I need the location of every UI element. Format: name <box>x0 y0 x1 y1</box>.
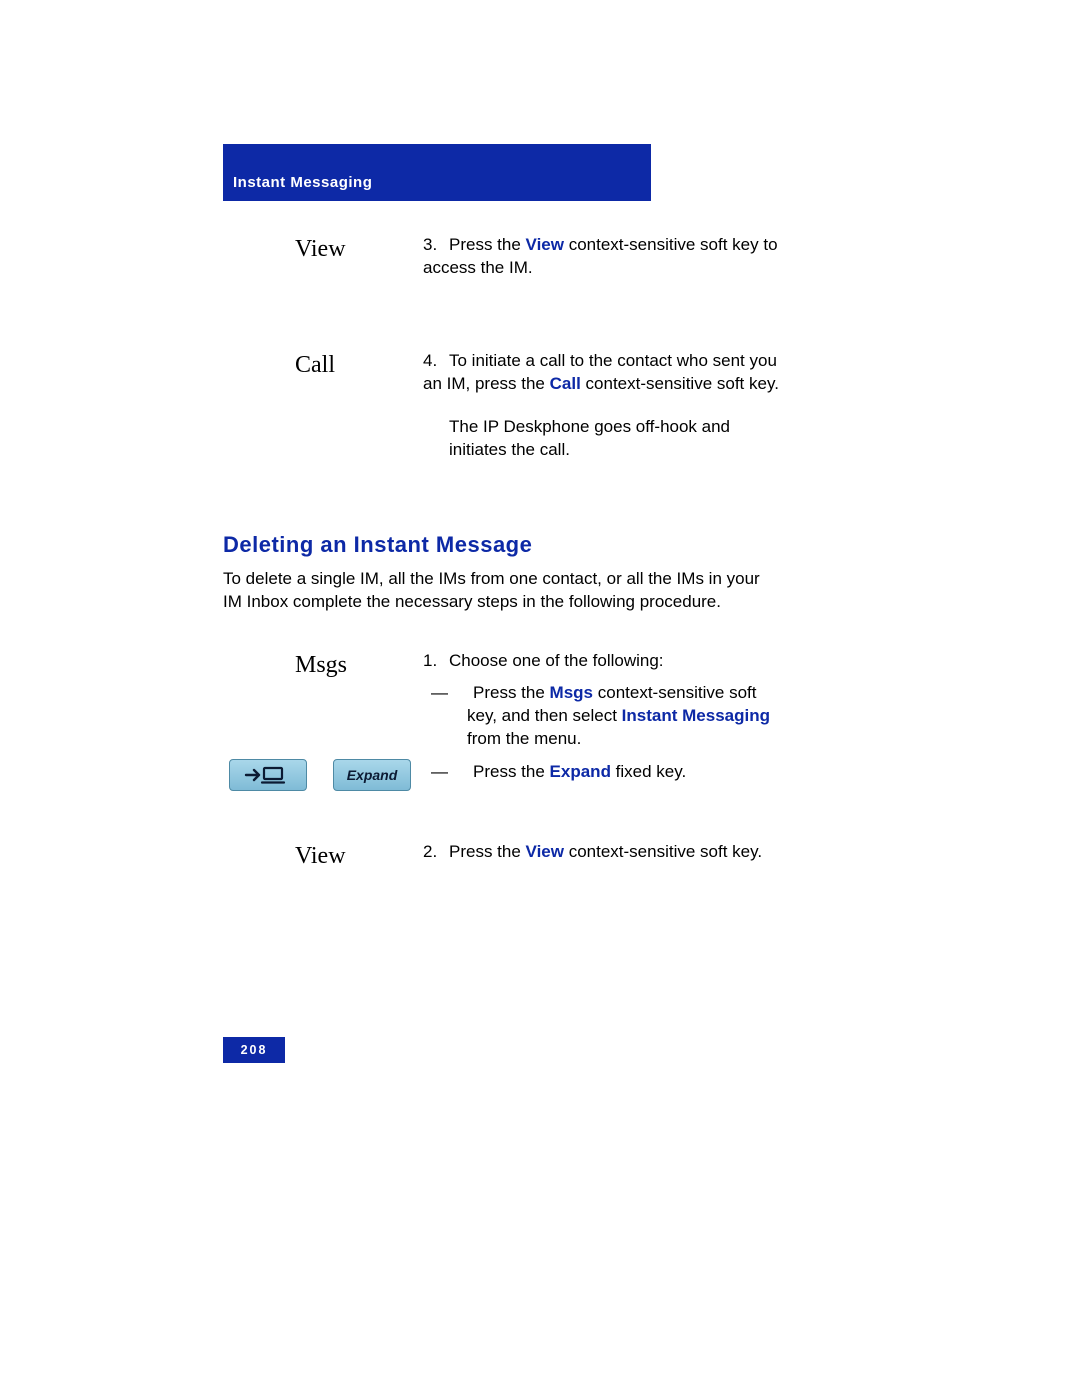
softkey-col: Call <box>223 350 423 379</box>
content-area: View 3.Press the View context-sensitive … <box>223 220 783 940</box>
text-fragment: context-sensitive soft key. <box>564 842 762 861</box>
step-number: 2. <box>423 841 449 864</box>
text-fragment: Press the <box>473 762 550 781</box>
softkey-col: View <box>223 234 423 263</box>
text-fragment: context-sensitive soft key. <box>581 374 779 393</box>
step-1-row: Msgs Expand 1.Choose o <box>223 650 783 791</box>
softkey-col: Msgs Expand <box>223 650 423 791</box>
page-number: 208 <box>241 1043 268 1057</box>
softkey-msgs-label: Msgs <box>223 652 423 679</box>
step-3-text: 3.Press the View context-sensitive soft … <box>423 234 783 280</box>
step-3-row: View 3.Press the View context-sensitive … <box>223 234 783 280</box>
softkey-view-label: View <box>223 236 423 263</box>
bold-instant-messaging: Instant Messaging <box>622 706 770 725</box>
step-number: 4. <box>423 350 449 373</box>
step-number: 1. <box>423 650 449 673</box>
bullet-2: —Press the Expand fixed key. <box>441 761 783 784</box>
text-fragment: Press the <box>473 683 550 702</box>
bold-call: Call <box>550 374 581 393</box>
bold-view: View <box>526 235 564 254</box>
expand-key-button: Expand <box>333 759 411 791</box>
step-number: 3. <box>423 234 449 257</box>
computer-key-button <box>229 759 307 791</box>
bold-view-2: View <box>526 842 564 861</box>
bold-expand: Expand <box>550 762 611 781</box>
softkey-call-label: Call <box>223 352 423 379</box>
text-fragment: Press the <box>449 235 526 254</box>
expand-button-label: Expand <box>347 767 398 783</box>
step-4-text: 4.To initiate a call to the contact who … <box>423 350 783 462</box>
softkey-view-label-2: View <box>223 843 423 870</box>
dash-icon: — <box>449 761 473 784</box>
key-buttons-row: Expand <box>223 759 423 791</box>
section-heading: Deleting an Instant Message <box>223 532 783 558</box>
text-fragment: Press the <box>449 842 526 861</box>
page-number-badge: 208 <box>223 1037 285 1063</box>
bullet-1: —Press the Msgs context-sensitive soft k… <box>441 682 783 751</box>
text-fragment: fixed key. <box>611 762 686 781</box>
step-2-text: 2.Press the View context-sensitive soft … <box>423 841 783 864</box>
softkey-col: View <box>223 841 423 870</box>
step-2-row: View 2.Press the View context-sensitive … <box>223 841 783 870</box>
arrow-to-monitor-icon <box>244 765 292 785</box>
section-intro: To delete a single IM, all the IMs from … <box>223 568 783 614</box>
document-page: Instant Messaging View 3.Press the View … <box>0 0 1080 1397</box>
step-1-text: 1.Choose one of the following: —Press th… <box>423 650 783 785</box>
step-4-row: Call 4.To initiate a call to the contact… <box>223 350 783 462</box>
header-bar: Instant Messaging <box>223 144 651 201</box>
bold-msgs: Msgs <box>550 683 593 702</box>
dash-icon: — <box>449 682 473 705</box>
text-fragment: from the menu. <box>467 729 581 748</box>
header-title: Instant Messaging <box>233 174 372 191</box>
text-fragment: Choose one of the following: <box>449 651 664 670</box>
step-4-para2: The IP Deskphone goes off-hook and initi… <box>423 416 783 462</box>
